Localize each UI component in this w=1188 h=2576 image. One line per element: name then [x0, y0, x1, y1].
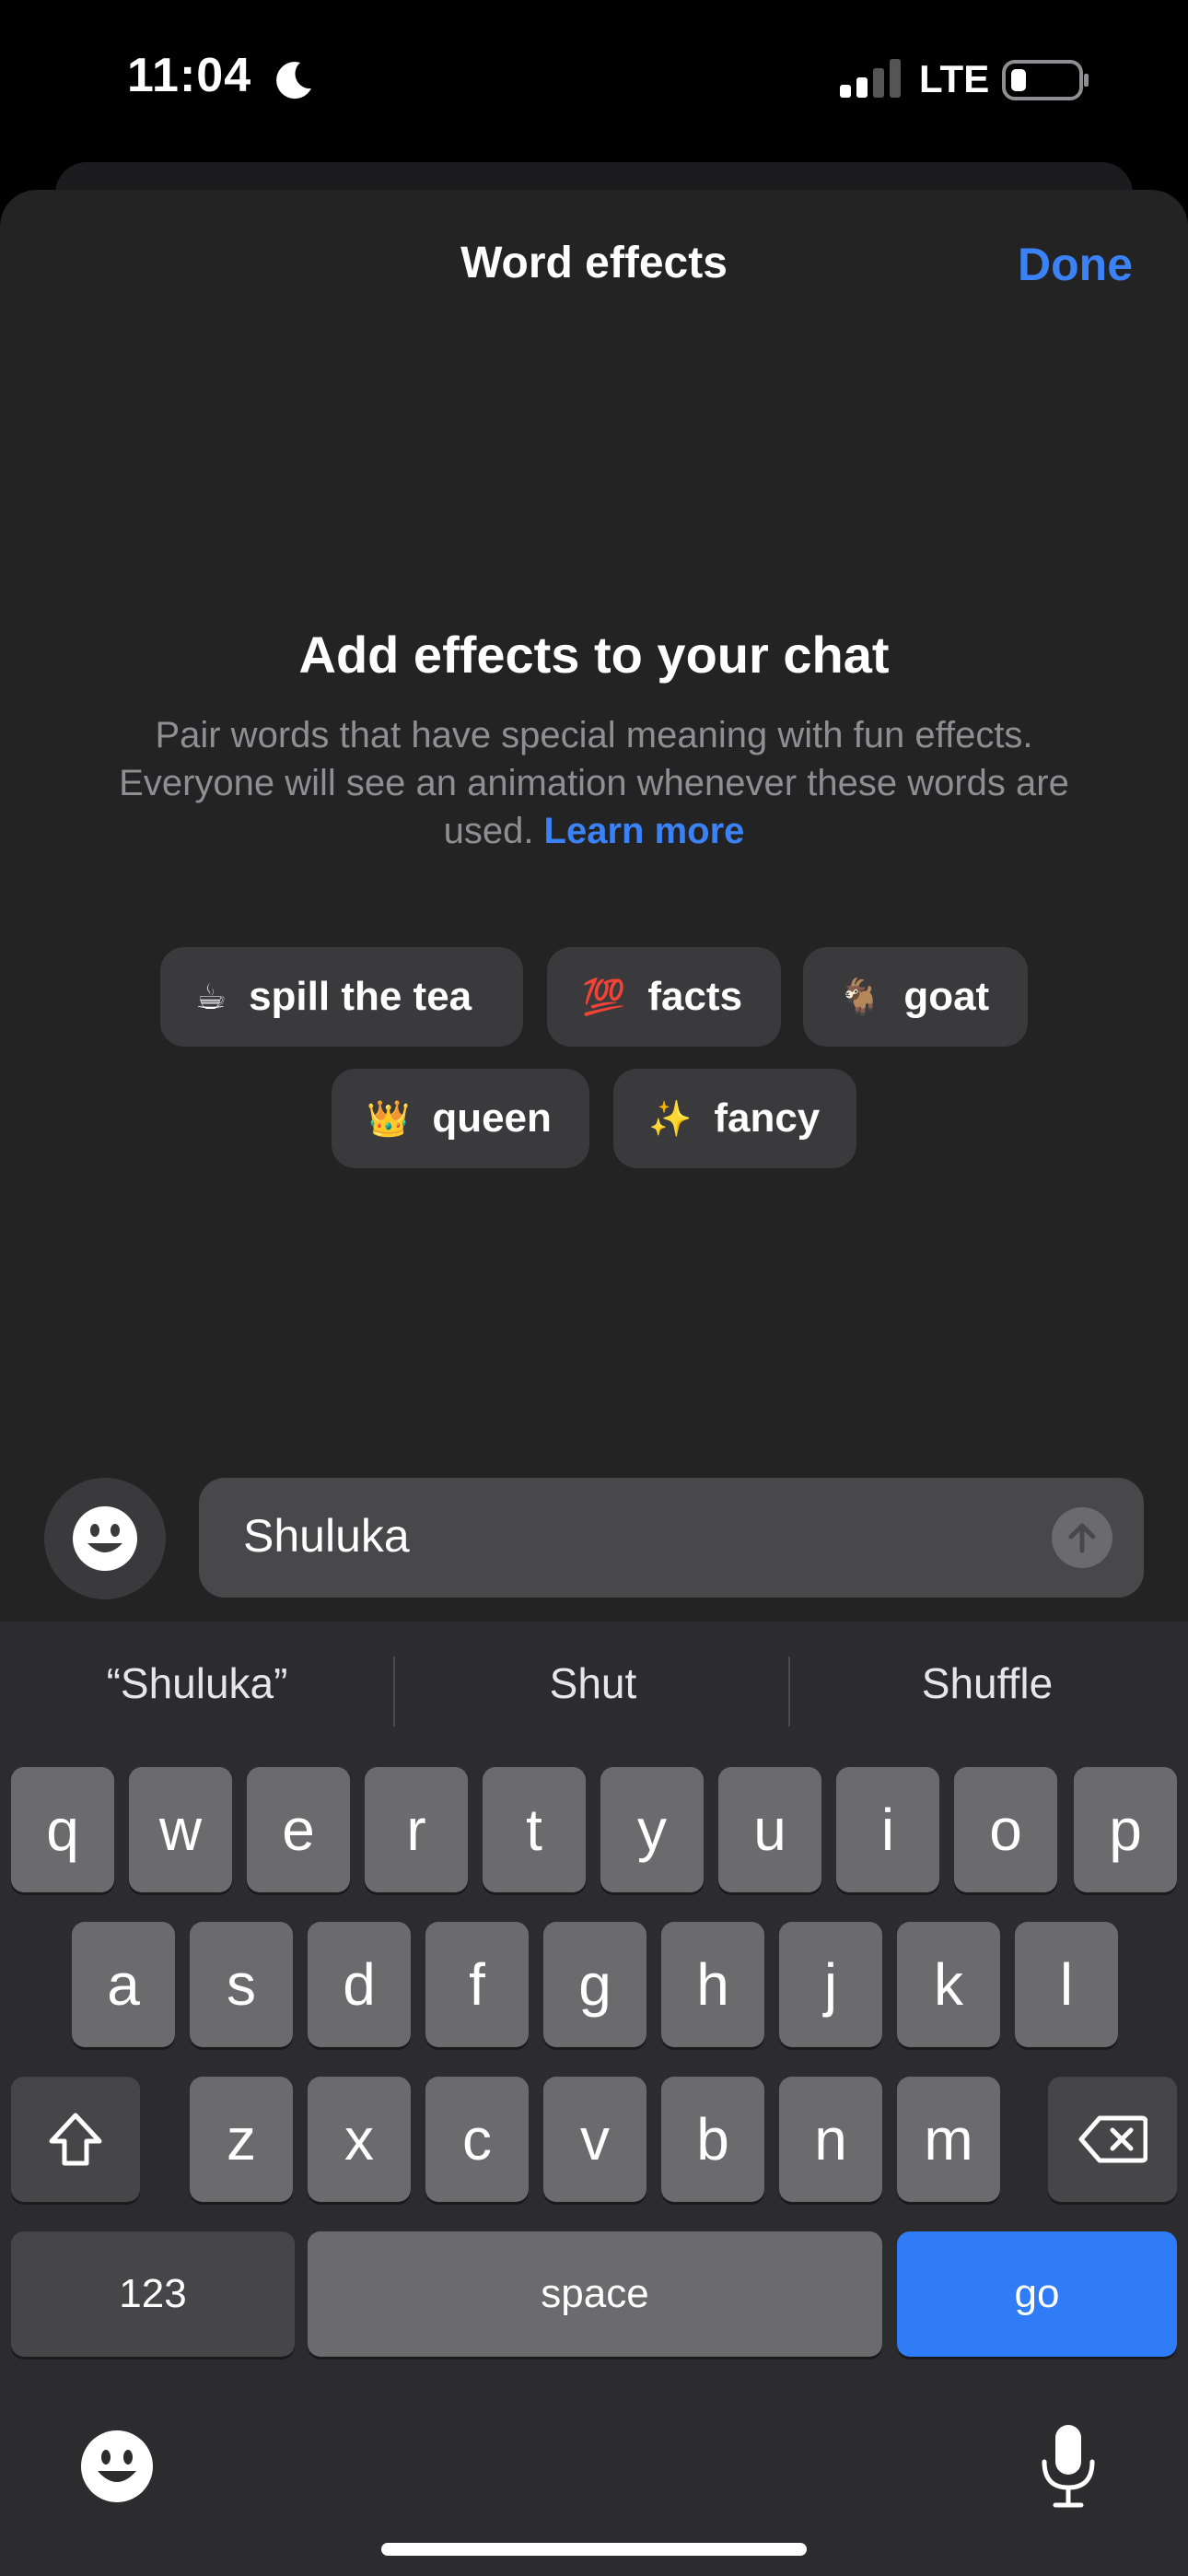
learn-more-link[interactable]: Learn more [544, 811, 745, 851]
arrow-up-icon [1068, 1523, 1096, 1553]
signal-icon [840, 59, 901, 98]
suggestion-1[interactable]: “Shuluka” [4, 1658, 390, 1708]
description: Pair words that have special meaning wit… [74, 711, 1114, 855]
chip-label: spill the tea [249, 974, 472, 1019]
network-label: LTE [919, 57, 990, 100]
backspace-key[interactable] [1048, 2077, 1177, 2202]
key-d[interactable]: d [308, 1922, 411, 2047]
key-r[interactable]: r [365, 1767, 468, 1892]
suggestion-divider [788, 1657, 790, 1727]
home-indicator [381, 2543, 807, 2556]
hundred-icon: 💯 [582, 976, 626, 1017]
chip-facts[interactable]: 💯 facts [547, 947, 781, 1047]
shift-icon [49, 2113, 102, 2166]
key-y[interactable]: y [600, 1767, 704, 1892]
space-key[interactable]: space [308, 2231, 882, 2357]
key-g[interactable]: g [543, 1922, 646, 2047]
key-t[interactable]: t [483, 1767, 586, 1892]
suggestion-3[interactable]: Shuffle [794, 1658, 1181, 1708]
chip-label: facts [647, 974, 743, 1019]
shift-key[interactable] [11, 2077, 140, 2202]
key-m[interactable]: m [897, 2077, 1000, 2202]
chip-label: queen [432, 1095, 552, 1141]
emoji-keyboard-icon[interactable] [79, 2429, 155, 2504]
done-button[interactable]: Done [1018, 238, 1133, 291]
battery-icon [1002, 60, 1089, 100]
key-i[interactable]: i [836, 1767, 939, 1892]
suggestion-2[interactable]: Shut [400, 1658, 786, 1708]
status-time: 11:04 [127, 49, 252, 102]
key-k[interactable]: k [897, 1922, 1000, 2047]
key-c[interactable]: c [425, 2077, 529, 2202]
emoji-button[interactable] [44, 1478, 166, 1599]
key-h[interactable]: h [661, 1922, 764, 2047]
microphone-icon[interactable] [1039, 2423, 1098, 2510]
key-j[interactable]: j [779, 1922, 882, 2047]
word-effects-sheet [0, 190, 1188, 1627]
chip-spill-the-tea[interactable]: ☕ spill the tea [160, 947, 523, 1047]
key-q[interactable]: q [11, 1767, 114, 1892]
backspace-icon [1078, 2115, 1147, 2163]
screen: 11:04 LTE Word effects Done Add effects … [0, 0, 1188, 2576]
go-key[interactable]: go [897, 2231, 1177, 2357]
key-u[interactable]: u [718, 1767, 821, 1892]
crown-icon: 👑 [367, 1097, 411, 1139]
suggestion-divider [393, 1657, 395, 1727]
headline: Add effects to your chat [298, 626, 890, 684]
numbers-key[interactable]: 123 [11, 2231, 295, 2357]
chip-goat[interactable]: 🐐 goat [803, 947, 1028, 1047]
key-n[interactable]: n [779, 2077, 882, 2202]
chip-queen[interactable]: 👑 queen [332, 1069, 589, 1168]
goat-icon: 🐐 [838, 976, 882, 1017]
key-s[interactable]: s [190, 1922, 293, 2047]
smiley-icon [73, 1506, 137, 1571]
key-o[interactable]: o [954, 1767, 1057, 1892]
chip-label: fancy [714, 1095, 821, 1141]
key-b[interactable]: b [661, 2077, 764, 2202]
key-w[interactable]: w [129, 1767, 232, 1892]
key-z[interactable]: z [190, 2077, 293, 2202]
send-button[interactable] [1052, 1507, 1112, 1568]
sheet-title: Word effects [460, 239, 728, 287]
key-x[interactable]: x [308, 2077, 411, 2202]
key-a[interactable]: a [72, 1922, 175, 2047]
coffee-icon: ☕ [195, 977, 227, 1017]
message-input-value: Shuluka [243, 1510, 410, 1562]
key-l[interactable]: l [1015, 1922, 1118, 2047]
moon-icon [276, 62, 311, 100]
chip-fancy[interactable]: ✨ fancy [613, 1069, 856, 1168]
sparkles-icon: ✨ [648, 1097, 693, 1139]
chip-label: goat [903, 974, 990, 1019]
key-p[interactable]: p [1074, 1767, 1177, 1892]
key-v[interactable]: v [543, 2077, 646, 2202]
key-f[interactable]: f [425, 1922, 529, 2047]
key-e[interactable]: e [247, 1767, 350, 1892]
